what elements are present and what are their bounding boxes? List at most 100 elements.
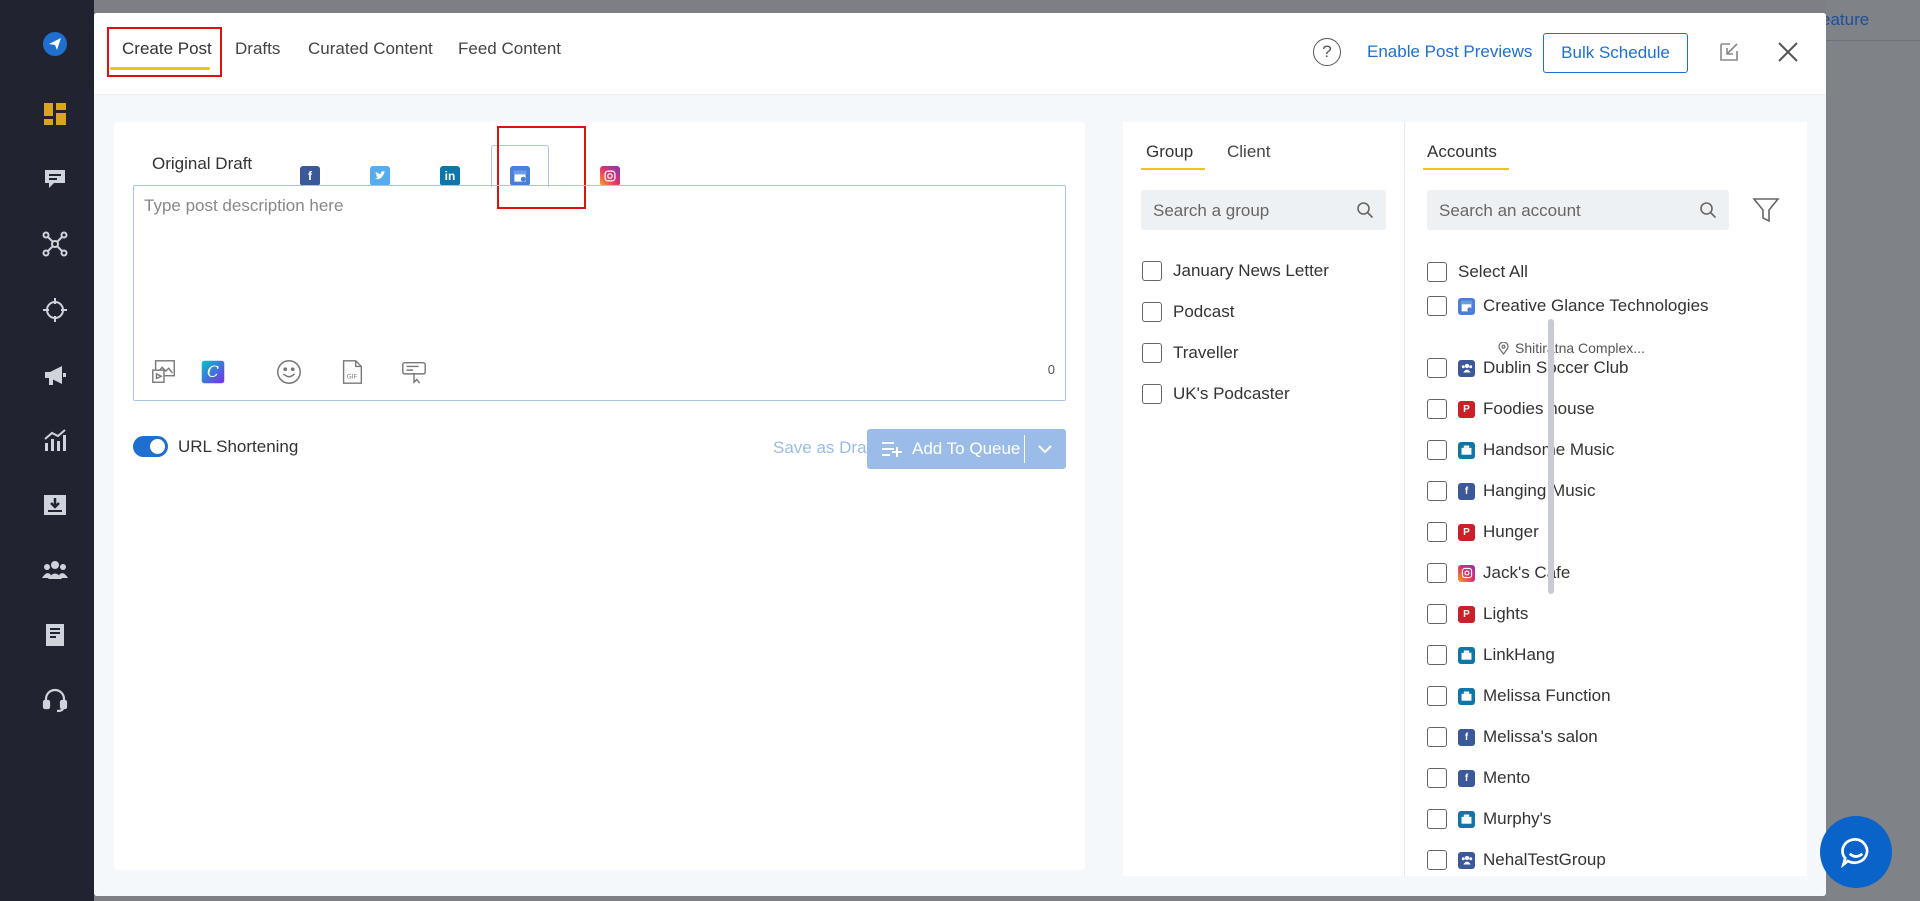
- checkbox[interactable]: [1427, 645, 1447, 665]
- select-all-row[interactable]: Select All: [1427, 262, 1528, 282]
- pinterest-icon: P: [1458, 605, 1475, 623]
- accounts-panel: Accounts Search an account Select All Cr…: [1405, 122, 1807, 876]
- search-icon[interactable]: [1699, 201, 1717, 219]
- group-item-label: January News Letter: [1173, 261, 1329, 280]
- bulk-schedule-button[interactable]: Bulk Schedule: [1543, 33, 1688, 73]
- account-item[interactable]: f Mento: [1427, 768, 1530, 788]
- team-icon[interactable]: [41, 556, 69, 584]
- linkedin-page-icon: [1458, 687, 1475, 705]
- group-item[interactable]: Traveller: [1142, 343, 1239, 363]
- account-item[interactable]: f Melissa's salon: [1427, 727, 1598, 747]
- media-upload-icon[interactable]: [149, 357, 179, 387]
- save-as-draft-button[interactable]: Save as Draft: [773, 438, 876, 458]
- tab-accounts[interactable]: Accounts: [1427, 142, 1497, 162]
- checkbox[interactable]: [1427, 768, 1447, 788]
- post-description-textarea[interactable]: Type post description here C GIF 0: [133, 185, 1066, 401]
- account-search-input[interactable]: Search an account: [1427, 190, 1729, 230]
- enable-post-previews-link[interactable]: Enable Post Previews: [1367, 42, 1532, 62]
- send-icon[interactable]: [41, 30, 69, 58]
- account-name: LinkHang: [1483, 645, 1555, 664]
- checkbox[interactable]: [1427, 399, 1447, 419]
- chevron-down-icon[interactable]: [1036, 440, 1054, 458]
- tab-client[interactable]: Client: [1227, 142, 1270, 162]
- group-item-label: Podcast: [1173, 302, 1235, 321]
- account-location-text: Shitiratna Complex...: [1515, 340, 1645, 356]
- gif-icon[interactable]: GIF: [337, 357, 367, 387]
- group-search-placeholder: Search a group: [1153, 201, 1270, 220]
- tab-drafts[interactable]: Drafts: [235, 39, 280, 59]
- network-icon[interactable]: [41, 230, 69, 258]
- account-item[interactable]: P Hunger: [1427, 522, 1539, 542]
- instagram-icon: [1458, 564, 1475, 582]
- modal-header: Create Post Drafts Curated Content Feed …: [94, 13, 1826, 95]
- group-search-input[interactable]: Search a group: [1141, 190, 1386, 230]
- group-panel: Group Client Search a group January News…: [1123, 122, 1405, 876]
- chat-support-button[interactable]: [1820, 816, 1892, 888]
- group-item[interactable]: Podcast: [1142, 302, 1234, 322]
- canva-icon[interactable]: C: [198, 357, 228, 387]
- minimize-icon[interactable]: [1717, 40, 1741, 64]
- facebook-tab-icon[interactable]: f: [300, 166, 320, 186]
- create-post-modal: Create Post Drafts Curated Content Feed …: [94, 13, 1826, 896]
- checkbox[interactable]: [1427, 563, 1447, 583]
- accounts-scrollbar[interactable]: [1548, 319, 1554, 594]
- select-all-label: Select All: [1458, 262, 1528, 281]
- snippet-icon[interactable]: [399, 357, 429, 387]
- linkedin-tab-icon[interactable]: in: [440, 166, 460, 186]
- account-item[interactable]: NehalTestGroup: [1427, 850, 1606, 870]
- account-item[interactable]: Dublin Soccer Club: [1427, 358, 1629, 378]
- tab-group[interactable]: Group: [1146, 142, 1193, 162]
- checkbox[interactable]: [1427, 440, 1447, 460]
- account-item[interactable]: Handsome Music: [1427, 440, 1614, 460]
- checkbox[interactable]: [1142, 261, 1162, 281]
- target-icon[interactable]: [41, 296, 69, 324]
- checkbox[interactable]: [1142, 343, 1162, 363]
- add-to-queue-button[interactable]: Add To Queue: [867, 429, 1066, 469]
- app-sidebar: [0, 0, 94, 901]
- dashboard-icon[interactable]: [41, 100, 69, 128]
- account-item[interactable]: f Hanging Music: [1427, 481, 1595, 501]
- emoji-icon[interactable]: [274, 357, 304, 387]
- checkbox[interactable]: [1142, 302, 1162, 322]
- reports-icon[interactable]: [41, 621, 69, 649]
- checkbox[interactable]: [1427, 296, 1447, 316]
- account-item[interactable]: Melissa Function: [1427, 686, 1611, 706]
- inbox-download-icon[interactable]: [41, 491, 69, 519]
- account-item[interactable]: LinkHang: [1427, 645, 1555, 665]
- messages-icon[interactable]: [41, 165, 69, 193]
- checkbox[interactable]: [1427, 686, 1447, 706]
- help-icon[interactable]: ?: [1313, 38, 1341, 66]
- account-item[interactable]: P Lights: [1427, 604, 1528, 624]
- tab-curated-content[interactable]: Curated Content: [308, 39, 433, 59]
- account-item[interactable]: Murphy's: [1427, 809, 1551, 829]
- highlight-box: [107, 27, 222, 77]
- search-icon[interactable]: [1356, 201, 1374, 219]
- facebook-icon: f: [1458, 769, 1475, 787]
- close-icon[interactable]: [1776, 40, 1800, 64]
- account-name: Mento: [1483, 768, 1531, 787]
- checkbox[interactable]: [1427, 727, 1447, 747]
- group-item-label: Traveller: [1173, 343, 1239, 362]
- instagram-tab-icon[interactable]: [600, 166, 620, 186]
- checkbox[interactable]: [1427, 604, 1447, 624]
- group-item[interactable]: UK's Podcaster: [1142, 384, 1290, 404]
- checkbox[interactable]: [1142, 384, 1162, 404]
- select-all-checkbox[interactable]: [1427, 262, 1447, 282]
- filter-icon[interactable]: [1752, 196, 1780, 224]
- checkbox[interactable]: [1427, 809, 1447, 829]
- megaphone-icon[interactable]: [41, 361, 69, 389]
- checkbox[interactable]: [1427, 850, 1447, 870]
- checkbox[interactable]: [1427, 481, 1447, 501]
- account-search-placeholder: Search an account: [1439, 201, 1581, 220]
- account-item[interactable]: P Foodies house: [1427, 399, 1595, 419]
- analytics-icon[interactable]: [41, 426, 69, 454]
- group-item[interactable]: January News Letter: [1142, 261, 1329, 281]
- twitter-tab-icon[interactable]: [370, 166, 390, 186]
- tab-feed-content[interactable]: Feed Content: [458, 39, 561, 59]
- support-icon[interactable]: [41, 686, 69, 714]
- checkbox[interactable]: [1427, 358, 1447, 378]
- account-item[interactable]: Creative Glance Technologies: [1427, 296, 1709, 316]
- tab-original-draft[interactable]: Original Draft: [152, 154, 252, 174]
- url-shortening-toggle[interactable]: [133, 436, 168, 457]
- checkbox[interactable]: [1427, 522, 1447, 542]
